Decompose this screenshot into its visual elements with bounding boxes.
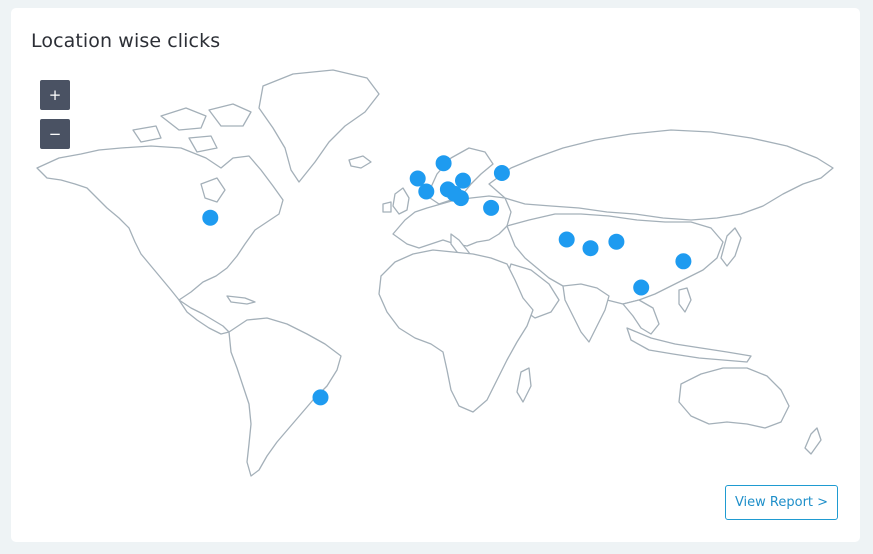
philippines-shape [678, 287, 692, 313]
map-marker-poland[interactable] [455, 172, 471, 189]
indonesia-shape [626, 327, 752, 363]
map-marker-brazil[interactable] [312, 389, 329, 406]
map-marker-turkey[interactable] [483, 199, 500, 216]
map-marker-pakistan[interactable] [558, 231, 575, 248]
map-marker-india-west[interactable] [582, 240, 599, 257]
view-report-button[interactable]: View Report > [725, 485, 838, 520]
map-marker-bangladesh[interactable] [608, 233, 625, 250]
india-shape [562, 283, 610, 343]
land-layer [36, 69, 834, 477]
map-marker-united-states[interactable] [202, 209, 219, 226]
australia-shape [678, 367, 790, 429]
zoom-in-button[interactable]: + [40, 80, 70, 110]
map-marker-russia[interactable] [493, 165, 510, 181]
world-map[interactable] [11, 8, 860, 542]
map-marker-philippines[interactable] [675, 253, 692, 270]
north-america-shape [36, 145, 284, 301]
new-zealand-shape [804, 427, 822, 455]
africa-shape [378, 249, 534, 413]
zoom-out-button[interactable]: − [40, 119, 70, 149]
map-marker-balkans[interactable] [452, 190, 469, 207]
japan-shape [720, 227, 742, 267]
british-isles-shape [382, 187, 410, 215]
arctic-islands-shape [132, 103, 252, 153]
map-marker-norway[interactable] [435, 155, 452, 172]
iceland-shape [348, 155, 372, 169]
madagascar-shape [516, 367, 532, 403]
map-marker-malaysia[interactable] [633, 279, 650, 296]
location-clicks-card: Location wise clicks + − View Report > [11, 8, 860, 542]
central-america-shape [178, 299, 230, 335]
caribbean-shape [226, 295, 256, 305]
russia-shape [488, 129, 834, 221]
map-marker-france[interactable] [418, 183, 435, 200]
